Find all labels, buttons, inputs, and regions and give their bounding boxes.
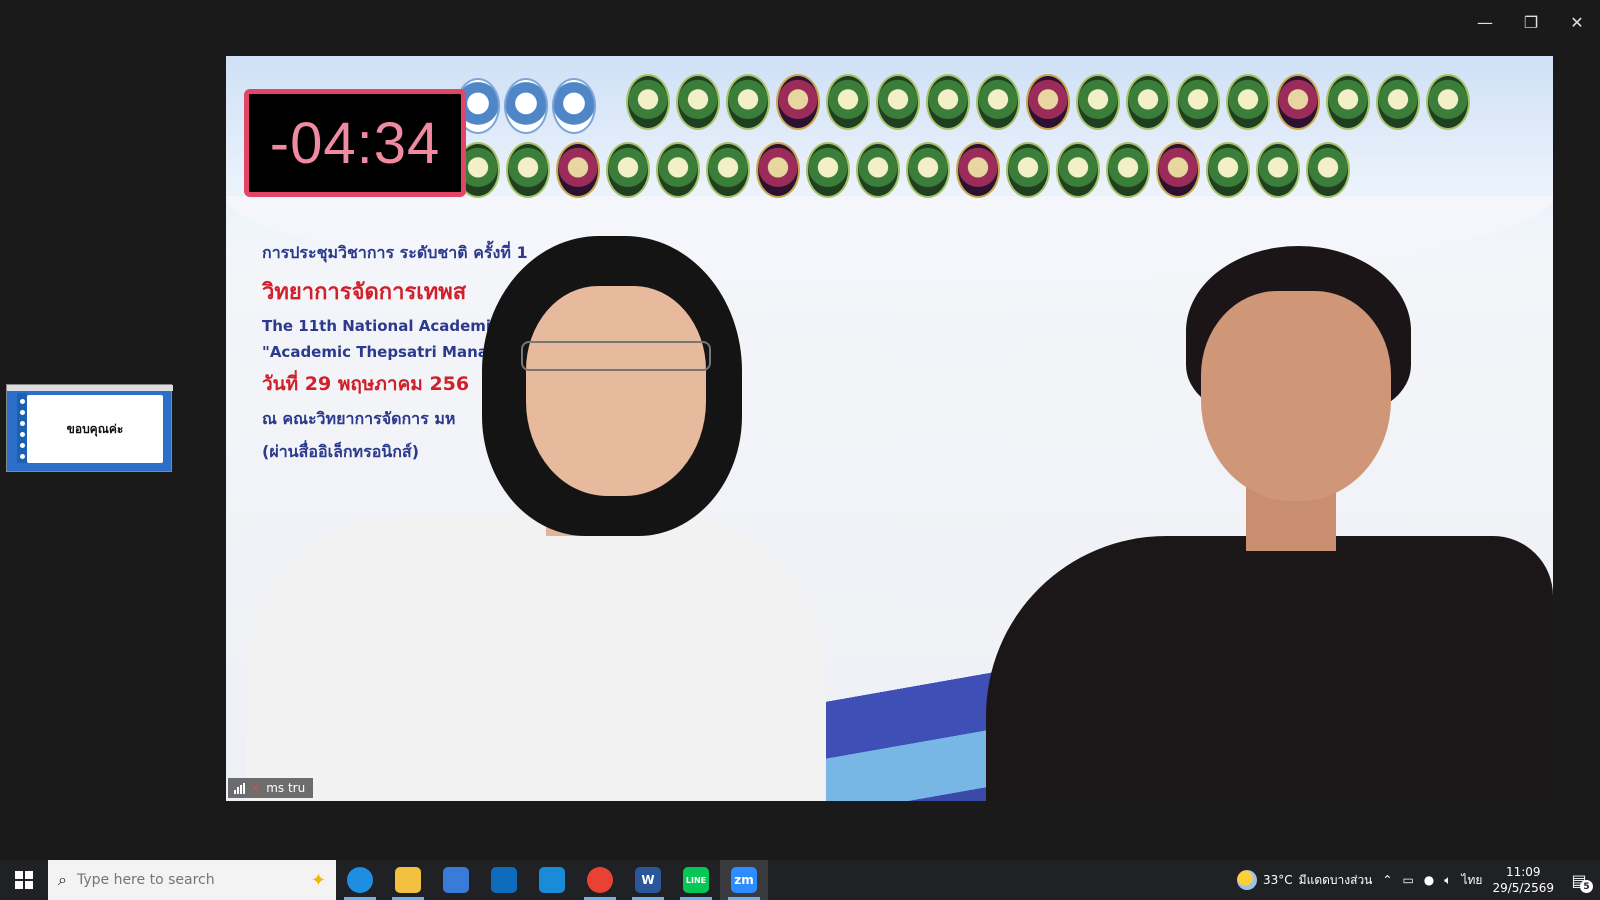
- university-seal: [1306, 142, 1350, 198]
- edge-icon: [347, 867, 373, 893]
- chrome-icon: [587, 867, 613, 893]
- university-seal: [976, 74, 1020, 130]
- system-tray: 33°C มีแดดบางส่วน ⌃ ▭ ● 🔈︎ ไทย 11:09 29/…: [1237, 860, 1600, 900]
- participant-name: ms tru: [266, 781, 306, 795]
- university-seal: [556, 142, 600, 198]
- taskbar-app-edge[interactable]: [336, 860, 384, 900]
- close-button[interactable]: ✕: [1554, 0, 1600, 44]
- sparkle-icon: ✦: [310, 869, 326, 891]
- signal-strength-icon: [234, 782, 245, 794]
- line-icon: LINE: [683, 867, 709, 893]
- university-seal: [856, 142, 900, 198]
- weather-desc: มีแดดบางส่วน: [1298, 872, 1373, 887]
- university-seal: [1056, 142, 1100, 198]
- university-seal: [1426, 74, 1470, 130]
- university-seal: [1226, 74, 1270, 130]
- thumbnail-browser-bar: [7, 385, 173, 391]
- partner-logo: [552, 78, 596, 134]
- university-seal: [626, 74, 670, 130]
- university-seal: [826, 74, 870, 130]
- university-seal: [706, 142, 750, 198]
- participant-name-tag: ✕ ms tru: [228, 778, 314, 798]
- outlook-icon: [491, 867, 517, 893]
- university-seal: [1126, 74, 1170, 130]
- taskbar-app-outlook[interactable]: [480, 860, 528, 900]
- zoom-icon: zm: [731, 867, 757, 893]
- weather-widget[interactable]: 33°C มีแดดบางส่วน: [1237, 870, 1372, 890]
- university-seal: [876, 74, 920, 130]
- thumbnail-slide: ขอบคุณค่ะ: [27, 395, 163, 463]
- input-language[interactable]: ไทย: [1461, 871, 1482, 890]
- university-seal: [1326, 74, 1370, 130]
- university-seal: [1256, 142, 1300, 198]
- taskbar-app-word[interactable]: W: [624, 860, 672, 900]
- university-seal: [756, 142, 800, 198]
- shared-screen-thumbnail[interactable]: ขอบคุณค่ะ: [6, 384, 173, 472]
- partly-sunny-icon: [1237, 870, 1258, 890]
- clock-time: 11:09: [1505, 865, 1541, 879]
- restore-button[interactable]: ❐: [1508, 0, 1554, 44]
- university-seal: [1176, 74, 1220, 130]
- zoom-meeting-window: — ❐ ✕ ขอบคุณค่ะ การประชุมวิชาการ ระดับชา…: [0, 0, 1600, 900]
- taskbar-apps: W LINE zm: [336, 860, 768, 900]
- windows-taskbar: ⌕ ✦ W LINE zm 33°C มีแดดบางส่วน ⌃ ▭ ● 🔈︎ ไ…: [0, 860, 1600, 900]
- taskbar-app-teams[interactable]: [528, 860, 576, 900]
- taskbar-app-microsoft-store[interactable]: [432, 860, 480, 900]
- taskbar-search-box[interactable]: ⌕ ✦: [48, 860, 336, 900]
- university-seal: [606, 142, 650, 198]
- clock[interactable]: 11:09 29/5/2569: [1492, 864, 1554, 896]
- university-seal: [1206, 142, 1250, 198]
- mic-muted-icon: ✕: [251, 781, 261, 795]
- thumbnail-slide-text: ขอบคุณค่ะ: [66, 421, 124, 436]
- microsoft-store-icon: [443, 867, 469, 893]
- chevron-up-icon[interactable]: ⌃: [1382, 873, 1392, 887]
- university-seal: [806, 142, 850, 198]
- participant-right: [986, 246, 1553, 801]
- clock-date: 29/5/2569: [1492, 881, 1554, 895]
- taskbar-app-chrome[interactable]: [576, 860, 624, 900]
- university-seal: [906, 142, 950, 198]
- countdown-value: -04:34: [269, 110, 441, 176]
- participant-left: [226, 236, 826, 801]
- teams-icon: [539, 867, 565, 893]
- network-icon[interactable]: ▭: [1402, 873, 1413, 887]
- university-seal: [926, 74, 970, 130]
- university-seal: [726, 74, 770, 130]
- university-seal: [1276, 74, 1320, 130]
- notification-count: 5: [1580, 880, 1593, 893]
- weather-temp: 33°C: [1263, 873, 1293, 887]
- university-seal: [1106, 142, 1150, 198]
- university-seal: [1006, 142, 1050, 198]
- university-seal: [656, 142, 700, 198]
- windows-logo-icon: [15, 871, 33, 889]
- taskbar-app-file-explorer[interactable]: [384, 860, 432, 900]
- file-explorer-icon: [395, 867, 421, 893]
- university-seal: [1376, 74, 1420, 130]
- taskbar-app-line[interactable]: LINE: [672, 860, 720, 900]
- countdown-timer: -04:34: [244, 89, 466, 197]
- start-button[interactable]: [0, 860, 48, 900]
- university-seal: [1026, 74, 1070, 130]
- university-seal: [1076, 74, 1120, 130]
- search-icon: ⌕: [58, 870, 67, 889]
- thumbnail-side-toolbar: [17, 393, 27, 463]
- window-controls: — ❐ ✕: [1462, 0, 1600, 44]
- taskbar-app-zoom[interactable]: zm: [720, 860, 768, 900]
- search-input[interactable]: [76, 872, 257, 888]
- notification-center-button[interactable]: ▤ 5: [1564, 865, 1594, 895]
- word-icon: W: [635, 867, 661, 893]
- minimize-button[interactable]: —: [1462, 0, 1508, 44]
- university-seal: [1156, 142, 1200, 198]
- university-seal: [506, 142, 550, 198]
- main-video-feed: การประชุมวิชาการ ระดับชาติ ครั้งที่ 1 วิ…: [226, 56, 1553, 801]
- partner-logo: [504, 78, 548, 134]
- university-seal: [676, 74, 720, 130]
- microphone-icon[interactable]: ●: [1424, 873, 1434, 887]
- university-seal: [776, 74, 820, 130]
- university-seal: [956, 142, 1000, 198]
- volume-icon[interactable]: 🔈︎: [1444, 873, 1451, 888]
